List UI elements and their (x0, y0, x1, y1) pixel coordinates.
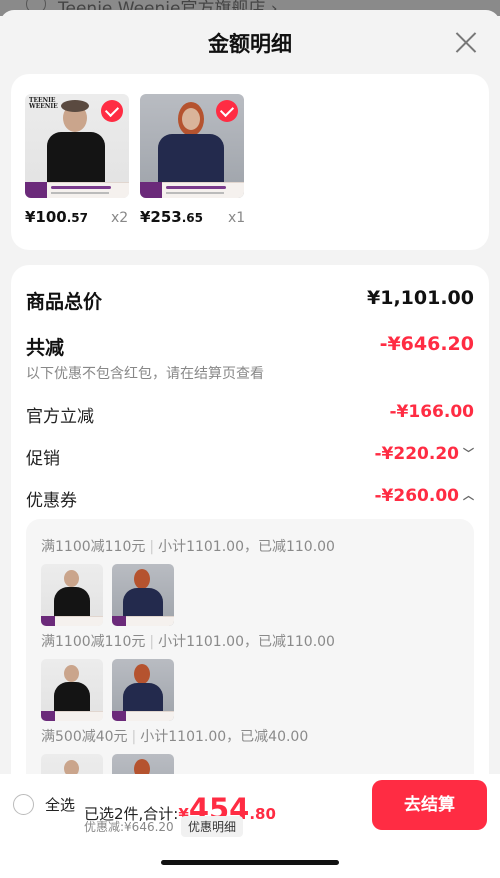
discount-detail-button[interactable]: 优惠明细 (181, 816, 244, 837)
official-discount-label: 官方立减 (26, 407, 94, 427)
coupon-product-thumb (112, 564, 174, 626)
subtotal-label: 商品总价 (26, 291, 103, 313)
coupon-rule: 满1100减110元 | 小计1101.00，已减110.00 (41, 539, 335, 555)
close-icon[interactable] (454, 30, 478, 54)
selected-check-icon[interactable] (101, 100, 123, 122)
selected-check-icon[interactable] (216, 100, 238, 122)
product-image[interactable]: TEENIE WEENIE (25, 94, 129, 198)
products-card: TEENIE WEENIE ¥100.57 x2 ¥253.65 x1 (11, 74, 489, 250)
official-discount-value: -¥166.00 (389, 402, 475, 422)
coupon-product-thumb (41, 564, 103, 626)
total-discount-value: -¥646.20 (379, 333, 474, 355)
product-item: TEENIE WEENIE ¥100.57 x2 (25, 94, 129, 226)
home-indicator (161, 860, 339, 865)
select-all-label[interactable]: 全选 (45, 794, 75, 815)
coupon-value: -¥260.00 ︿ (374, 486, 475, 506)
discount-summary: 优惠减:¥646.20 (84, 820, 174, 834)
sheet-title: 金额明细 (208, 32, 292, 56)
total-discount-label: 共减 (26, 337, 65, 359)
product-price: ¥100.57 (25, 208, 89, 226)
brand-logo: TEENIE WEENIE (29, 97, 58, 110)
sheet-header: 金额明细 (0, 10, 500, 74)
checkout-button[interactable]: 去结算 (372, 780, 487, 830)
price-detail-sheet: 金额明细 TEENIE WEENIE ¥100.57 x2 ¥253.65 x1… (0, 10, 500, 878)
select-all-radio[interactable] (13, 794, 34, 815)
checkout-bar: 全选 已选2件,合计:¥454.80 优惠减:¥646.20 优惠明细 去结算 (0, 774, 500, 878)
subtotal-value: ¥1,101.00 (367, 287, 474, 309)
coupon-rule: 满500减40元 | 小计1101.00，已减40.00 (41, 729, 309, 745)
product-qty: x2 (111, 210, 129, 226)
promo-value: -¥220.20 ﹀ (374, 444, 475, 464)
product-price: ¥253.65 (140, 208, 204, 226)
coupon-rule: 满1100减110元 | 小计1101.00，已减110.00 (41, 634, 335, 650)
chevron-up-icon[interactable]: ︿ (463, 487, 474, 503)
coupon-product-thumb (41, 659, 103, 721)
product-item: ¥253.65 x1 (140, 94, 245, 226)
product-image[interactable] (140, 94, 244, 198)
product-qty: x1 (228, 210, 246, 226)
coupon-label: 优惠券 (26, 491, 77, 511)
chevron-down-icon[interactable]: ﹀ (463, 445, 474, 461)
promo-label: 促销 (26, 449, 60, 469)
discount-note: 以下优惠不包含红包，请在结算页查看 (26, 366, 264, 382)
coupon-product-thumb (112, 659, 174, 721)
